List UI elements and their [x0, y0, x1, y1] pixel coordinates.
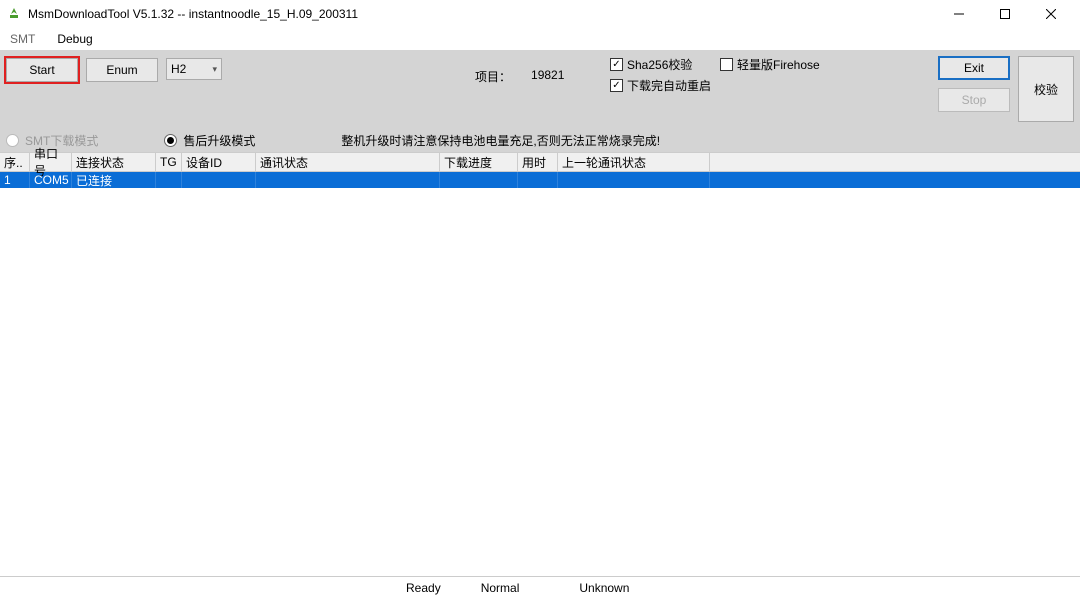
reboot-label: 下载完自动重启 [627, 77, 711, 94]
stop-button: Stop [938, 88, 1010, 112]
check-area-right: 轻量版Firehose [720, 56, 820, 73]
th-prog[interactable]: 下载进度 [440, 153, 518, 171]
app-icon [6, 6, 22, 22]
td-prog [440, 172, 518, 188]
titlebar: MsmDownloadTool V5.1.32 -- instantnoodle… [0, 0, 1080, 28]
td-tg [156, 172, 182, 188]
minimize-button[interactable] [936, 0, 982, 28]
th-conn[interactable]: 连接状态 [72, 153, 156, 171]
status-unknown: Unknown [579, 581, 629, 595]
menu-smt[interactable]: SMT [6, 30, 39, 48]
warning-text: 整机升级时请注意保持电池电量充足,否则无法正常烧录完成! [341, 132, 660, 149]
check-area-left: Sha256校验 下载完自动重启 [610, 56, 711, 94]
table-body: 1 COM5 已连接 [0, 172, 1080, 576]
after-sale-radio[interactable] [164, 134, 177, 147]
project-label: 项目： [475, 68, 511, 85]
firehose-label: 轻量版Firehose [737, 56, 820, 73]
project-value: 19821 [531, 68, 564, 85]
th-last[interactable]: 上一轮通讯状态 [558, 153, 710, 171]
th-com[interactable]: 串口号 [30, 153, 72, 171]
menubar: SMT Debug [0, 28, 1080, 50]
td-com: COM5 [30, 172, 72, 188]
start-button[interactable]: Start [6, 58, 78, 82]
maximize-button[interactable] [982, 0, 1028, 28]
td-conn: 已连接 [72, 172, 156, 188]
window-title: MsmDownloadTool V5.1.32 -- instantnoodle… [28, 7, 936, 21]
smt-mode-radio [6, 134, 19, 147]
chevron-down-icon: ▾ [212, 64, 217, 75]
window-controls [936, 0, 1074, 28]
combo-value: H2 [171, 62, 186, 76]
enum-button[interactable]: Enum [86, 58, 158, 82]
firehose-checkbox[interactable] [720, 58, 733, 71]
th-tg[interactable]: TG [156, 153, 182, 171]
sha256-label: Sha256校验 [627, 56, 692, 73]
status-ready: Ready [406, 581, 441, 595]
verify-button[interactable]: 校验 [1018, 56, 1074, 122]
td-last [558, 172, 710, 188]
td-dev [182, 172, 256, 188]
mode-row: SMT下载模式 售后升级模式 整机升级时请注意保持电池电量充足,否则无法正常烧录… [0, 128, 1080, 152]
exit-button[interactable]: Exit [938, 56, 1010, 80]
after-sale-label: 售后升级模式 [183, 132, 255, 149]
th-seq[interactable]: 序.. [0, 153, 30, 171]
table-row[interactable]: 1 COM5 已连接 [0, 172, 1080, 188]
td-comm [256, 172, 440, 188]
table-header: 序.. 串口号 连接状态 TG 设备ID 通讯状态 下载进度 用时 上一轮通讯状… [0, 152, 1080, 172]
statusbar: Ready Normal Unknown [0, 576, 1080, 598]
menu-debug[interactable]: Debug [53, 30, 96, 48]
toolbar: Start Enum H2 ▾ 项目： 19821 Sha256校验 下载完自动… [0, 50, 1080, 128]
th-dev[interactable]: 设备ID [182, 153, 256, 171]
right-buttons: Exit Stop [938, 56, 1010, 112]
close-button[interactable] [1028, 0, 1074, 28]
th-time[interactable]: 用时 [518, 153, 558, 171]
sha256-checkbox[interactable] [610, 58, 623, 71]
td-seq: 1 [0, 172, 30, 188]
status-normal: Normal [481, 581, 520, 595]
reboot-checkbox[interactable] [610, 79, 623, 92]
th-comm[interactable]: 通讯状态 [256, 153, 440, 171]
device-combo[interactable]: H2 ▾ [166, 58, 222, 80]
project-info: 项目： 19821 [475, 68, 564, 85]
td-time [518, 172, 558, 188]
